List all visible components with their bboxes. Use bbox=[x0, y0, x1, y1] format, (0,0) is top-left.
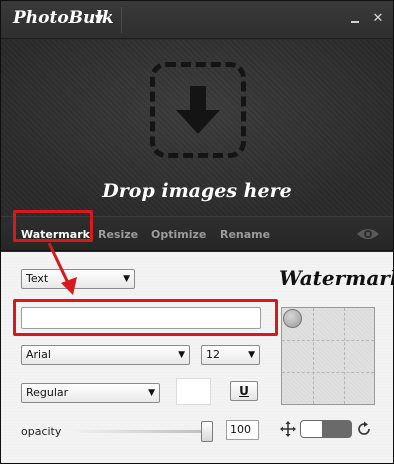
chevron-down-icon: ▼ bbox=[178, 350, 185, 360]
drop-zone[interactable]: Drop images here bbox=[1, 40, 393, 216]
app-window: PhotoBulk ▼ ✕ Drop images here Watermark… bbox=[0, 0, 394, 464]
highlight-text-field bbox=[13, 299, 278, 336]
chevron-down-icon: ▼ bbox=[248, 350, 255, 360]
minimize-icon bbox=[351, 21, 359, 23]
minimize-button[interactable] bbox=[346, 10, 364, 28]
position-preview[interactable] bbox=[281, 307, 375, 405]
underline-button[interactable]: U bbox=[230, 381, 258, 401]
close-icon: ✕ bbox=[372, 11, 384, 26]
highlight-watermark-tab bbox=[13, 210, 93, 242]
title-divider bbox=[121, 7, 122, 33]
tab-resize[interactable]: Resize bbox=[98, 228, 138, 241]
font-size-value: 12 bbox=[206, 348, 220, 361]
opacity-slider[interactable] bbox=[69, 430, 209, 433]
grid-line bbox=[313, 308, 314, 404]
position-handle[interactable] bbox=[283, 309, 302, 328]
grid-line bbox=[282, 340, 374, 341]
opacity-slider-thumb[interactable] bbox=[201, 421, 213, 442]
opacity-input[interactable]: 100 bbox=[226, 420, 259, 440]
font-style-select[interactable]: Regular ▼ bbox=[21, 383, 160, 403]
font-style-value: Regular bbox=[26, 386, 69, 399]
rotate-icon[interactable] bbox=[356, 421, 372, 437]
tab-rename[interactable]: Rename bbox=[220, 228, 270, 241]
font-family-value: Arial bbox=[26, 348, 51, 361]
tile-toggle[interactable] bbox=[300, 420, 352, 438]
download-arrow-icon bbox=[176, 86, 220, 134]
font-family-select[interactable]: Arial ▼ bbox=[21, 345, 190, 365]
app-menu-caret-icon[interactable]: ▼ bbox=[95, 12, 103, 25]
close-button[interactable]: ✕ bbox=[369, 10, 387, 28]
eye-icon[interactable] bbox=[356, 226, 380, 242]
tab-optimize[interactable]: Optimize bbox=[151, 228, 206, 241]
text-color-swatch[interactable] bbox=[176, 378, 211, 405]
chevron-down-icon: ▼ bbox=[148, 388, 155, 398]
move-icon[interactable] bbox=[280, 421, 296, 437]
annotation-arrow-icon bbox=[47, 242, 77, 295]
drop-zone-label: Drop images here bbox=[102, 180, 292, 202]
watermark-heading: Watermark bbox=[279, 266, 394, 290]
chevron-down-icon: ▼ bbox=[123, 274, 130, 284]
opacity-label: opacity bbox=[21, 425, 62, 438]
title-bar: PhotoBulk ▼ ✕ bbox=[1, 1, 393, 39]
font-size-select[interactable]: 12 ▼ bbox=[201, 345, 260, 365]
grid-line bbox=[282, 372, 374, 373]
grid-line bbox=[344, 308, 345, 404]
